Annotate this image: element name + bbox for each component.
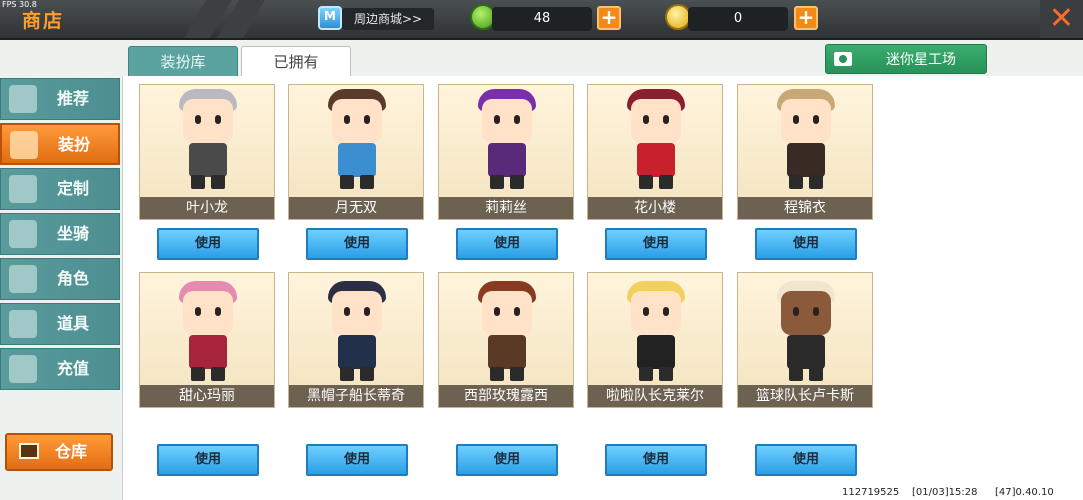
skin-name: 黑帽子船长蒂奇 xyxy=(289,385,423,407)
box-icon xyxy=(19,443,39,459)
use-button[interactable]: 使用 xyxy=(605,444,707,476)
sidebar-item-label: 推荐 xyxy=(57,89,90,108)
studio-label: 迷你星工场 xyxy=(886,52,956,68)
sidebar-item-recharge[interactable]: 充值 xyxy=(0,348,120,390)
skin-card[interactable]: 啦啦队长克莱尔 xyxy=(587,272,723,408)
skin-name: 月无双 xyxy=(289,197,423,219)
use-button[interactable]: 使用 xyxy=(306,228,408,260)
sidebar-item-character[interactable]: 角色 xyxy=(0,258,120,300)
skin-card[interactable]: 花小楼 xyxy=(587,84,723,220)
sidebar-item-label: 装扮 xyxy=(58,135,91,154)
skin-name: 程锦衣 xyxy=(738,197,872,219)
skin-card[interactable]: 莉莉丝 xyxy=(438,84,574,220)
skin-card[interactable]: 黑帽子船长蒂奇 xyxy=(288,272,424,408)
skin-card[interactable]: 西部玫瑰露西 xyxy=(438,272,574,408)
use-button[interactable]: 使用 xyxy=(755,228,857,260)
costume-icon xyxy=(10,131,38,159)
version-label: [47]0.40.10 xyxy=(995,487,1054,498)
use-button[interactable]: 使用 xyxy=(157,444,259,476)
skin-card[interactable]: 叶小龙 xyxy=(139,84,275,220)
tab-owned[interactable]: 已拥有 xyxy=(241,46,351,77)
skin-name: 叶小龙 xyxy=(140,197,274,219)
sidebar-item-recommend[interactable]: 推荐 xyxy=(0,78,120,120)
shopping-bag-icon[interactable] xyxy=(318,6,342,30)
use-button[interactable]: 使用 xyxy=(157,228,259,260)
skin-name: 莉莉丝 xyxy=(439,197,573,219)
coins-icon xyxy=(9,355,37,383)
skin-card[interactable]: 月无双 xyxy=(288,84,424,220)
coin-balance: 0 xyxy=(688,7,788,31)
skin-card[interactable]: 甜心玛丽 xyxy=(139,272,275,408)
skin-name: 西部玫瑰露西 xyxy=(439,385,573,407)
skin-name: 花小楼 xyxy=(588,197,722,219)
timestamp: [01/03]15:28 xyxy=(912,487,978,498)
sidebar-item-items[interactable]: 道具 xyxy=(0,303,120,345)
skin-grid: 叶小龙 月无双 莉莉丝 花小楼 程锦衣 使用 使用 使用 使用 使用 甜心玛丽 … xyxy=(122,76,1083,500)
skin-name: 篮球队长卢卡斯 xyxy=(738,385,872,407)
warehouse-label: 仓库 xyxy=(55,442,88,461)
sidebar-item-label: 定制 xyxy=(57,179,90,198)
skin-name: 甜心玛丽 xyxy=(140,385,274,407)
tab-costume-library[interactable]: 装扮库 xyxy=(128,46,238,78)
use-button[interactable]: 使用 xyxy=(755,444,857,476)
sidebar-item-label: 角色 xyxy=(57,269,90,288)
merch-mall-link[interactable]: 周边商城>> xyxy=(342,8,434,30)
close-button[interactable]: ✕ xyxy=(1040,0,1083,38)
sidebar-item-label: 坐骑 xyxy=(57,224,90,243)
brush-icon xyxy=(9,175,37,203)
mount-icon xyxy=(9,220,37,248)
use-button[interactable]: 使用 xyxy=(456,228,558,260)
skin-name: 啦啦队长克莱尔 xyxy=(588,385,722,407)
add-bean-button[interactable]: + xyxy=(597,6,621,30)
warehouse-button[interactable]: 仓库 xyxy=(5,433,113,471)
page-title: 商店 xyxy=(22,10,65,32)
skin-card[interactable]: 篮球队长卢卡斯 xyxy=(737,272,873,408)
camera-icon xyxy=(834,52,852,66)
skin-card[interactable]: 程锦衣 xyxy=(737,84,873,220)
sidebar-item-mount[interactable]: 坐骑 xyxy=(0,213,120,255)
use-button[interactable]: 使用 xyxy=(306,444,408,476)
add-coin-button[interactable]: + xyxy=(794,6,818,30)
sidebar-item-label: 充值 xyxy=(57,359,90,378)
use-button[interactable]: 使用 xyxy=(605,228,707,260)
use-button[interactable]: 使用 xyxy=(456,444,558,476)
item-icon xyxy=(9,310,37,338)
character-icon xyxy=(9,265,37,293)
sidebar-item-label: 道具 xyxy=(57,314,90,333)
mini-studio-button[interactable]: 迷你星工场 xyxy=(825,44,987,74)
thumbs-up-icon xyxy=(9,85,37,113)
top-bar: FPS 30.8 商店 周边商城>> 48 + 0 + ✕ xyxy=(0,0,1083,40)
bean-balance: 48 xyxy=(492,7,592,31)
sidebar-item-costume[interactable]: 装扮 xyxy=(0,123,120,165)
player-id: 112719525 xyxy=(842,487,900,498)
sidebar-item-custom[interactable]: 定制 xyxy=(0,168,120,210)
